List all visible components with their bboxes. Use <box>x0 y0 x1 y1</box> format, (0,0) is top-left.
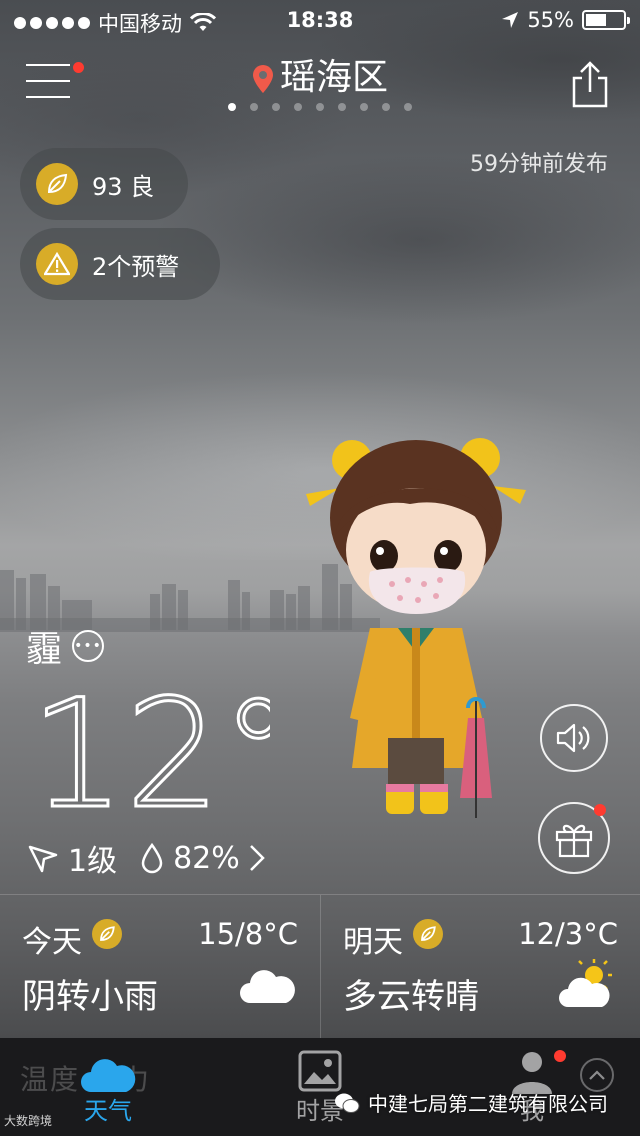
location-pin-icon <box>252 65 273 93</box>
weather-character-illustration <box>306 438 526 818</box>
forecast-temp-range: 12/3°C <box>518 917 618 951</box>
battery-percent: 55% <box>527 8 574 32</box>
page-dot[interactable] <box>382 103 390 111</box>
forecast-day: 明天 <box>343 925 403 960</box>
photo-icon <box>298 1050 342 1092</box>
forecast-description: 阴转小雨 <box>22 977 158 1017</box>
leaf-icon <box>92 919 122 949</box>
wind-humidity-row[interactable]: 1级 82% <box>26 836 266 880</box>
forecast-day: 今天 <box>22 925 82 960</box>
humidity-value: 82% <box>173 840 240 876</box>
page-dot[interactable] <box>250 103 258 111</box>
city-title[interactable]: 瑶海区 <box>0 48 640 100</box>
warning-icon <box>36 243 78 285</box>
wind-direction-icon <box>28 845 58 873</box>
forecast-today[interactable]: 今天 15/8°C 阴转小雨 <box>0 895 320 1039</box>
battery-icon <box>582 10 630 30</box>
forecast-description: 多云转晴 <box>343 977 479 1017</box>
page-dot[interactable] <box>228 103 236 111</box>
status-right: 55% <box>501 8 630 32</box>
page-dot[interactable] <box>294 103 302 111</box>
tab-weather-label: 天气 <box>84 1097 132 1125</box>
page-dot[interactable] <box>360 103 368 111</box>
cloud-icon <box>240 970 295 1003</box>
location-arrow-icon <box>502 12 519 28</box>
tab-weather[interactable]: 天气 <box>70 1038 146 1136</box>
condition-text: 霾 <box>26 629 63 670</box>
aqi-value: 93 良 <box>92 172 155 201</box>
gift-notification-dot <box>594 804 606 816</box>
aqi-badge[interactable]: 93 良 <box>20 148 188 220</box>
more-icon[interactable]: ••• <box>72 630 105 662</box>
page-dot[interactable] <box>404 103 412 111</box>
chevron-up-icon <box>589 1070 605 1080</box>
page-dot[interactable] <box>316 103 324 111</box>
city-name: 瑶海区 <box>279 57 388 98</box>
humidity-drop-icon <box>141 842 163 874</box>
wind-level: 1级 <box>68 844 118 879</box>
leaf-icon <box>36 163 78 205</box>
corner-watermark: 大数跨境 <box>4 1114 53 1128</box>
expand-up-button[interactable] <box>580 1058 614 1092</box>
wechat-icon <box>335 1093 360 1113</box>
share-icon <box>572 61 608 108</box>
gift-icon <box>555 824 593 858</box>
leaf-icon <box>413 919 443 949</box>
sun-cloud-icon <box>559 959 612 1007</box>
temperature-value: 12° <box>30 686 270 816</box>
forecast-strip: 今天 15/8°C 阴转小雨 明天 12/3°C 多云转晴 <box>0 894 640 1039</box>
chevron-right-icon <box>249 845 265 871</box>
temperature-display: 12° <box>30 686 270 816</box>
forecast-tomorrow[interactable]: 明天 12/3°C 多云转晴 <box>320 895 640 1039</box>
forecast-temp-range: 15/8°C <box>198 917 298 951</box>
tab-me[interactable]: 我 <box>494 1038 570 1136</box>
status-bar: 中国移动 18:38 55% <box>0 0 640 40</box>
warning-badge[interactable]: 2个预警 <box>20 228 220 300</box>
voice-broadcast-button[interactable] <box>540 704 608 772</box>
publish-time: 59分钟前发布 <box>470 152 608 177</box>
gift-button[interactable] <box>538 802 610 874</box>
share-button[interactable] <box>570 60 610 108</box>
page-dot[interactable] <box>272 103 280 111</box>
warning-count: 2个预警 <box>92 252 180 281</box>
wechat-watermark: 中建七局第二建筑有限公司 <box>334 1088 608 1117</box>
notification-dot <box>554 1050 566 1062</box>
speaker-icon <box>556 723 590 753</box>
page-dot[interactable] <box>338 103 346 111</box>
tab-scene[interactable]: 时景 <box>282 1038 358 1136</box>
cloud-icon <box>81 1059 136 1092</box>
current-condition[interactable]: 霾 ••• <box>26 620 105 672</box>
city-page-indicator[interactable] <box>0 103 640 111</box>
